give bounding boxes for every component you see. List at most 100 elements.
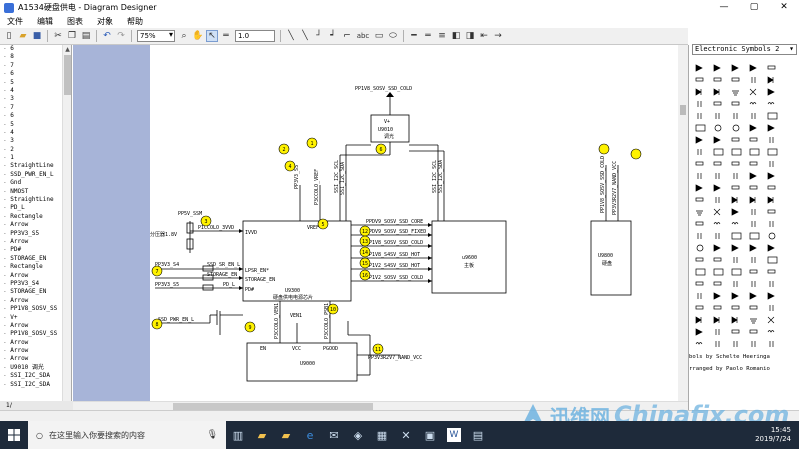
symbol-swatch[interactable] [749, 148, 760, 156]
rectangle-icon[interactable]: ▭ [373, 30, 385, 42]
symbol-swatch[interactable] [713, 305, 722, 310]
symbol-swatch[interactable] [751, 257, 756, 263]
tree-item[interactable]: - Gnd [0, 179, 62, 187]
symbol-swatch[interactable] [767, 185, 776, 190]
zoom-icon[interactable]: ⌕ [178, 30, 190, 42]
tree-scrollbar[interactable]: ▲▼ [62, 45, 71, 410]
symbol-swatch[interactable] [749, 185, 758, 190]
marker-circle[interactable] [598, 143, 610, 155]
symbol-swatch[interactable] [695, 305, 704, 310]
symbol-swatch[interactable] [713, 101, 722, 106]
symbol-swatch[interactable] [731, 244, 739, 252]
symbol-swatch[interactable] [749, 232, 760, 240]
symbol-swatch[interactable] [713, 77, 722, 82]
symbol-swatch[interactable] [731, 161, 740, 166]
symbol-swatch[interactable] [749, 329, 758, 334]
tree-item[interactable]: - 2 [0, 146, 62, 154]
line-icon[interactable]: ╲ [285, 30, 297, 42]
ellipse-icon[interactable]: ⬭ [387, 30, 399, 42]
tree-item[interactable]: - 4 [0, 87, 62, 95]
symbol-swatch[interactable] [750, 318, 757, 324]
symbol-swatch[interactable] [767, 244, 775, 252]
undo-icon[interactable]: ↶ [101, 30, 113, 42]
tree-item[interactable]: - 4 [0, 129, 62, 137]
symbol-swatch[interactable] [769, 305, 774, 311]
tree-item[interactable]: - Rectangle [0, 263, 62, 271]
tree-item[interactable]: - SSI_I2C_SDA [0, 372, 62, 380]
symbol-swatch[interactable] [767, 88, 775, 96]
line2-icon[interactable]: ╲ [299, 30, 311, 42]
tree-item[interactable]: - 5 [0, 121, 62, 129]
symbol-swatch[interactable] [696, 244, 704, 252]
hand-icon[interactable]: ✋ [192, 30, 204, 42]
symbol-swatch[interactable] [731, 305, 740, 310]
menu-file[interactable]: 文件 [0, 16, 30, 27]
symbol-palette[interactable] [692, 59, 792, 394]
tree-item[interactable]: - 6 [0, 70, 62, 78]
file-explorer-icon[interactable]: ▰ [250, 421, 274, 449]
tree-item[interactable]: - SSI_I2C_SDA [0, 381, 62, 389]
symbol-swatch[interactable] [713, 136, 721, 144]
symbol-swatch[interactable] [751, 341, 756, 347]
word-icon[interactable]: W [447, 428, 461, 442]
symbol-swatch[interactable] [767, 124, 775, 132]
open-folder-icon[interactable]: ▰ [17, 30, 29, 42]
paste-icon[interactable]: ▤ [80, 30, 92, 42]
symbol-swatch[interactable] [751, 221, 756, 227]
symbol-swatch[interactable] [767, 292, 775, 300]
symbol-swatch[interactable] [731, 196, 738, 204]
tree-item[interactable]: - Arrow [0, 322, 62, 330]
line-width-input[interactable]: 1.0 [235, 30, 275, 42]
symbol-swatch[interactable] [767, 148, 778, 156]
symbol-swatch[interactable] [695, 316, 702, 324]
menu-diagram[interactable]: 图表 [60, 16, 90, 27]
symbol-swatch[interactable] [713, 244, 721, 252]
symbol-swatch[interactable] [751, 77, 756, 83]
symbol-swatch[interactable] [733, 173, 738, 179]
symbol-swatch[interactable] [731, 329, 740, 334]
symbol-swatch[interactable] [697, 149, 702, 155]
symbol-swatch[interactable] [731, 316, 738, 324]
symbol-swatch[interactable] [713, 161, 722, 166]
symbol-swatch[interactable] [695, 77, 704, 82]
tree-item[interactable]: - 3 [0, 137, 62, 145]
tree-item[interactable]: - Arrow [0, 272, 62, 280]
line-style2-icon[interactable]: ═ [422, 30, 434, 42]
tree-item[interactable]: - PD# [0, 246, 62, 254]
symbol-swatch[interactable] [751, 209, 756, 215]
symbol-swatch[interactable] [767, 209, 776, 214]
tree-item[interactable]: - 6 [0, 112, 62, 120]
symbol-swatch[interactable] [695, 281, 704, 286]
tree-item[interactable]: - PP1V8_SOSV_SS [0, 305, 62, 313]
symbol-swatch[interactable] [715, 197, 720, 203]
symbol-swatch[interactable] [749, 244, 757, 252]
symbol-swatch[interactable] [695, 257, 704, 262]
symbol-swatch[interactable] [713, 316, 720, 324]
symbol-swatch[interactable] [767, 112, 778, 120]
tree-item[interactable]: - PP3V3_S4 [0, 280, 62, 288]
folder-icon[interactable]: ▰ [274, 421, 298, 449]
symbol-swatch[interactable] [769, 137, 774, 143]
tree-item[interactable]: - StraightLine [0, 162, 62, 170]
symbol-library-select[interactable]: Electronic Symbols 2 [692, 44, 797, 55]
symbol-swatch[interactable] [695, 124, 706, 132]
redo-icon[interactable]: ↷ [115, 30, 127, 42]
maximize-button[interactable]: ▢ [739, 0, 769, 15]
tree-item[interactable]: - 3 [0, 95, 62, 103]
symbol-swatch[interactable] [767, 196, 774, 204]
tree-item[interactable]: - STORAGE_EN [0, 255, 62, 263]
task-view-icon[interactable]: ▥ [226, 421, 250, 449]
symbol-swatch[interactable] [767, 65, 776, 70]
save-icon[interactable]: ■ [31, 30, 43, 42]
menu-help[interactable]: 帮助 [120, 16, 150, 27]
tree-item[interactable]: - PD_L [0, 204, 62, 212]
tree-item[interactable]: - Arrow [0, 355, 62, 363]
symbol-swatch[interactable] [713, 208, 721, 216]
app5-icon[interactable]: ▤ [466, 421, 490, 449]
symbol-swatch[interactable] [731, 232, 742, 240]
tree-item[interactable]: - 5 [0, 79, 62, 87]
arrow-end-icon[interactable]: → [492, 30, 504, 42]
symbol-swatch[interactable] [731, 208, 739, 216]
symbol-swatch[interactable] [749, 269, 758, 274]
tree-item[interactable]: - StraightLine [0, 196, 62, 204]
